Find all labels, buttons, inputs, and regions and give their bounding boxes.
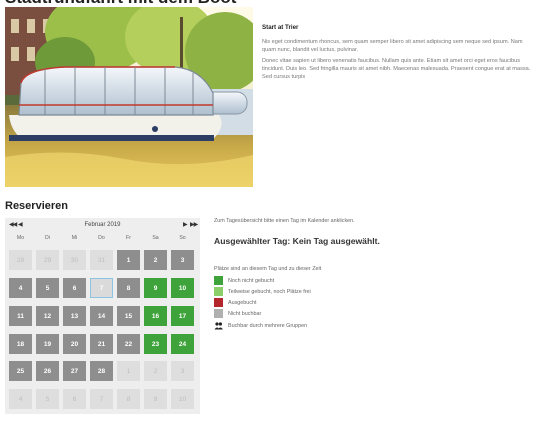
calendar-day: 31 — [90, 250, 113, 270]
weekday-label: Mo — [16, 235, 25, 241]
calendar-day: 6 — [63, 389, 86, 409]
intro-paragraph: Donec vitae sapien ut libero venenatis f… — [262, 58, 531, 80]
calendar-day: 29 — [36, 250, 59, 270]
group-icon — [214, 322, 223, 330]
calendar-hint: Zum Tagesübersicht bitte einen Tag im Ka… — [214, 218, 355, 224]
legend-label: Teilweise gebucht, noch Plätze frei — [228, 288, 311, 295]
calendar-day[interactable]: 4 — [9, 278, 32, 298]
weekday-label: Mi — [71, 235, 78, 241]
calendar-day[interactable]: 24 — [171, 334, 194, 354]
calendar-nav: ◀◀ ◀ Februar 2019 ▶ ▶▶ — [5, 218, 200, 232]
legend-item: Buchbar durch mehrere Gruppen — [214, 321, 307, 330]
calendar-day: 10 — [171, 389, 194, 409]
calendar-day[interactable]: 6 — [63, 278, 86, 298]
boat-photo — [5, 7, 253, 187]
calendar-day[interactable]: 5 — [36, 278, 59, 298]
calendar-day: 4 — [9, 389, 32, 409]
calendar-day[interactable]: 13 — [63, 306, 86, 326]
calendar-day[interactable]: 22 — [117, 334, 140, 354]
weekday-label: Fr — [126, 235, 131, 241]
intro-paragraph: Nis eget condimentum rhoncus, sem quam s… — [262, 39, 523, 53]
calendar-day[interactable]: 28 — [90, 361, 113, 381]
calendar-day: 2 — [144, 361, 167, 381]
calendar-day: 30 — [63, 250, 86, 270]
legend-swatch — [214, 287, 223, 296]
calendar-day[interactable]: 3 — [171, 250, 194, 270]
weekday-label: So — [179, 235, 186, 241]
intro-section: Start at Trier Nis eget condimentum rhon… — [262, 24, 532, 84]
legend-title: Plätze sind an diesem Tag und zu dieser … — [214, 266, 322, 272]
booking-calendar: ◀◀ ◀ Februar 2019 ▶ ▶▶ Mo Di Mi Do Fr Sa So 28… — [5, 218, 200, 414]
calendar-day[interactable]: 14 — [90, 306, 113, 326]
legend-swatch — [214, 309, 223, 318]
calendar-day[interactable]: 23 — [144, 334, 167, 354]
weekday-header: Mo Di Mi Do Fr Sa So — [9, 235, 196, 243]
next-year-button[interactable]: ▶▶ — [190, 221, 198, 228]
legend-item: Noch nicht gebucht — [214, 276, 274, 285]
reservation-heading: Reservieren — [5, 200, 68, 212]
calendar-day: 8 — [117, 389, 140, 409]
calendar-day[interactable]: 11 — [9, 306, 32, 326]
calendar-day[interactable]: 15 — [117, 306, 140, 326]
legend-label: Buchbar durch mehrere Gruppen — [228, 322, 308, 329]
calendar-day[interactable]: 27 — [63, 361, 86, 381]
calendar-day[interactable]: 20 — [63, 334, 86, 354]
calendar-day: 7 — [90, 389, 113, 409]
calendar-day[interactable]: 1 — [117, 250, 140, 270]
legend-item: Nicht buchbar — [214, 309, 261, 318]
legend-label: Nicht buchbar — [228, 310, 262, 317]
legend-item: Teilweise gebucht, noch Plätze frei — [214, 287, 311, 296]
calendar-day[interactable]: 12 — [36, 306, 59, 326]
legend-swatch — [214, 298, 223, 307]
calendar-day[interactable]: 10 — [171, 278, 194, 298]
calendar-day: 9 — [144, 389, 167, 409]
selected-day-label: Ausgewählter Tag: Kein Tag ausgewählt. — [214, 236, 380, 246]
calendar-day: 28 — [9, 250, 32, 270]
calendar-day[interactable]: 17 — [171, 306, 194, 326]
calendar-day[interactable]: 25 — [9, 361, 32, 381]
legend-label: Ausgebucht — [228, 299, 257, 306]
calendar-day[interactable]: 16 — [144, 306, 167, 326]
legend-label: Noch nicht gebucht — [228, 277, 275, 284]
calendar-day[interactable]: 7 — [90, 278, 113, 298]
calendar-day[interactable]: 2 — [144, 250, 167, 270]
next-month-button[interactable]: ▶ — [183, 221, 188, 228]
calendar-day: 1 — [117, 361, 140, 381]
calendar-month-label: Februar 2019 — [84, 222, 121, 228]
boat-illustration — [5, 7, 253, 187]
legend-item: Ausgebucht — [214, 298, 256, 307]
calendar-day: 3 — [171, 361, 194, 381]
calendar-day[interactable]: 18 — [9, 334, 32, 354]
calendar-day[interactable]: 9 — [144, 278, 167, 298]
legend-swatch — [214, 276, 223, 285]
calendar-day: 5 — [36, 389, 59, 409]
calendar-day[interactable]: 26 — [36, 361, 59, 381]
calendar-day[interactable]: 21 — [90, 334, 113, 354]
calendar-day[interactable]: 8 — [117, 278, 140, 298]
intro-heading: Start at Trier — [262, 24, 299, 31]
weekday-label: Do — [98, 235, 105, 241]
calendar-day[interactable]: 19 — [36, 334, 59, 354]
weekday-label: Di — [45, 235, 50, 241]
weekday-label: Sa — [152, 235, 159, 241]
